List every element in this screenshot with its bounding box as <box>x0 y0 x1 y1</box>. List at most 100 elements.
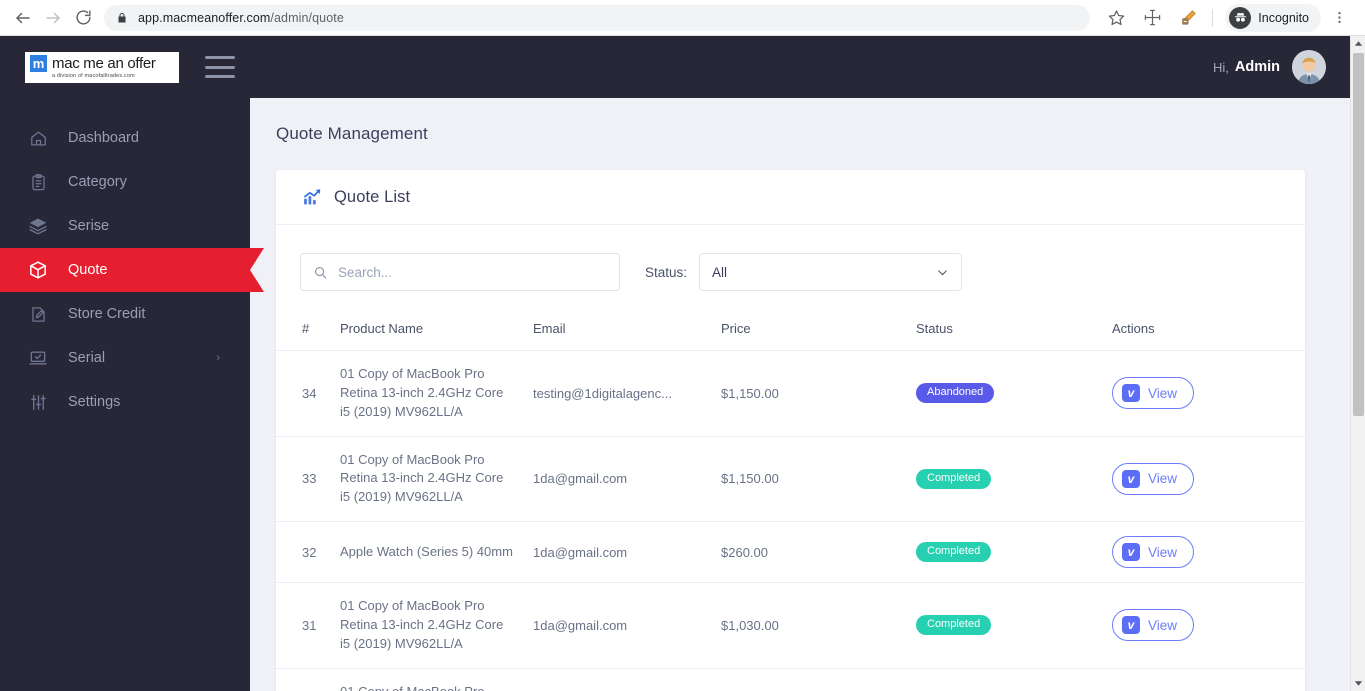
header-user-area: Hi, Admin <box>1213 50 1326 84</box>
table-body: 34 01 Copy of MacBook Pro Retina 13-inch… <box>276 351 1305 691</box>
logo-subtitle: a division of macofalltrades.com <box>52 73 173 79</box>
hamburger-bar <box>205 66 235 69</box>
reload-icon[interactable] <box>68 3 98 33</box>
incognito-profile-button[interactable]: Incognito <box>1225 4 1321 32</box>
sidebar-label: Store Credit <box>68 307 145 322</box>
status-filter-select[interactable]: All <box>699 253 962 291</box>
cell-product: 01 Copy of MacBook Pro Retina 13-inch 2.… <box>340 451 513 508</box>
page-viewport: m mac me an offer a division of macofall… <box>0 36 1365 691</box>
view-button[interactable]: v View <box>1112 463 1194 495</box>
sidebar: Dashboard Category Serise Quote Store Cr <box>0 98 250 691</box>
view-v-icon: v <box>1122 543 1140 561</box>
logo-row: m mac me an offer <box>30 55 173 72</box>
view-v-icon: v <box>1122 470 1140 488</box>
address-bar[interactable]: app.macmeanoffer.com/admin/quote <box>104 5 1090 31</box>
status-badge: Completed <box>916 615 991 635</box>
app-logo[interactable]: m mac me an offer a division of macofall… <box>25 52 179 83</box>
cell-product: 01 Copy of MacBook Pro Retina 13-inch 2.… <box>340 597 513 654</box>
cell-email: testing@1digitalagenc... <box>533 386 703 401</box>
col-header-product: Product Name <box>340 313 533 351</box>
chevron-down-icon <box>936 266 949 279</box>
sidebar-item-serise[interactable]: Serise <box>0 204 250 248</box>
table-head: # Product Name Email Price Status Action… <box>276 313 1305 351</box>
table-row: 32 Apple Watch (Series 5) 40mm 1da@gmail… <box>276 522 1305 583</box>
cell-number: 33 <box>276 436 340 522</box>
sidebar-label: Quote <box>68 263 108 278</box>
eyedropper-icon[interactable] <box>1173 3 1203 33</box>
url-text: app.macmeanoffer.com/admin/quote <box>138 11 344 25</box>
status-badge: Abandoned <box>916 383 994 403</box>
sidebar-item-dashboard[interactable]: Dashboard <box>0 116 250 160</box>
cell-number: 34 <box>276 351 340 437</box>
cell-price: $1,150.00 <box>721 668 916 691</box>
status-badge: Completed <box>916 542 991 562</box>
col-header-actions: Actions <box>1112 313 1305 351</box>
browser-actions: Incognito <box>1098 3 1357 33</box>
sidebar-item-category[interactable]: Category <box>0 160 250 204</box>
view-button[interactable]: v View <box>1112 377 1194 409</box>
app-header: m mac me an offer a division of macofall… <box>0 36 1350 98</box>
table-row: 30 01 Copy of MacBook Pro Retina 13-inch… <box>276 668 1305 691</box>
view-button-label: View <box>1148 545 1177 560</box>
quote-list-card: Quote List Status: All <box>276 170 1305 691</box>
sidebar-label: Serise <box>68 219 109 234</box>
cell-number: 30 <box>276 668 340 691</box>
sidebar-item-store-credit[interactable]: Store Credit <box>0 292 250 336</box>
note-pencil-icon <box>27 303 49 325</box>
search-field-wrapper[interactable] <box>300 253 620 291</box>
view-button-label: View <box>1148 471 1177 486</box>
scroll-up-arrow-icon[interactable] <box>1351 36 1365 51</box>
hamburger-icon[interactable] <box>205 56 235 78</box>
home-icon <box>27 127 49 149</box>
toolbar-divider <box>1212 9 1213 27</box>
puzzle-icon[interactable] <box>1137 3 1167 33</box>
table-row: 34 01 Copy of MacBook Pro Retina 13-inch… <box>276 351 1305 437</box>
kebab-menu-icon[interactable] <box>1324 3 1354 33</box>
table-header-row: # Product Name Email Price Status Action… <box>276 313 1305 351</box>
sidebar-label: Dashboard <box>68 131 139 146</box>
scrollbar-thumb[interactable] <box>1353 53 1364 416</box>
cell-price: $1,030.00 <box>721 583 916 669</box>
status-filter-value: All <box>712 265 727 280</box>
sidebar-item-quote[interactable]: Quote <box>0 248 250 292</box>
search-input[interactable] <box>338 265 607 280</box>
status-badge: Completed <box>916 469 991 489</box>
col-header-price: Price <box>721 313 916 351</box>
view-button[interactable]: v View <box>1112 609 1194 641</box>
back-arrow-icon[interactable] <box>8 3 38 33</box>
sidebar-label: Serial <box>68 351 105 366</box>
card-header: Quote List <box>276 170 1305 225</box>
hamburger-bar <box>205 75 235 78</box>
forward-arrow-icon[interactable] <box>38 3 68 33</box>
sidebar-item-settings[interactable]: Settings <box>0 380 250 424</box>
cell-email: 1da@gmail.com <box>533 618 703 633</box>
sidebar-label: Category <box>68 175 127 190</box>
main-content: Quote Management Quote List <box>250 98 1350 691</box>
filter-bar: Status: All <box>276 225 1305 291</box>
logo-mark: m <box>30 55 47 72</box>
browser-toolbar: app.macmeanoffer.com/admin/quote Incogni… <box>0 0 1365 36</box>
quote-table: # Product Name Email Price Status Action… <box>276 313 1305 691</box>
layers-icon <box>27 215 49 237</box>
view-button[interactable]: v View <box>1112 536 1194 568</box>
cell-price: $1,150.00 <box>721 436 916 522</box>
avatar[interactable] <box>1292 50 1326 84</box>
col-header-status: Status <box>916 313 1112 351</box>
star-icon[interactable] <box>1101 3 1131 33</box>
cell-product: 01 Copy of MacBook Pro Retina 13-inch 2.… <box>340 365 513 422</box>
incognito-icon <box>1229 7 1251 29</box>
sidebar-item-serial[interactable]: Serial › <box>0 336 250 380</box>
page-scrollbar[interactable] <box>1350 36 1365 691</box>
scroll-down-arrow-icon[interactable] <box>1351 676 1365 691</box>
sidebar-label: Settings <box>68 395 120 410</box>
cell-price: $260.00 <box>721 522 916 583</box>
logo-title: mac me an offer <box>52 55 156 72</box>
view-v-icon: v <box>1122 384 1140 402</box>
box-icon <box>27 259 49 281</box>
hamburger-bar <box>205 56 235 59</box>
cell-email: 1da@gmail.com <box>533 545 703 560</box>
greeting-label: Hi, <box>1213 60 1229 75</box>
lock-icon <box>116 12 128 24</box>
table-row: 31 01 Copy of MacBook Pro Retina 13-inch… <box>276 583 1305 669</box>
cell-product: 01 Copy of MacBook Pro Retina 13-inch 2.… <box>340 683 513 691</box>
